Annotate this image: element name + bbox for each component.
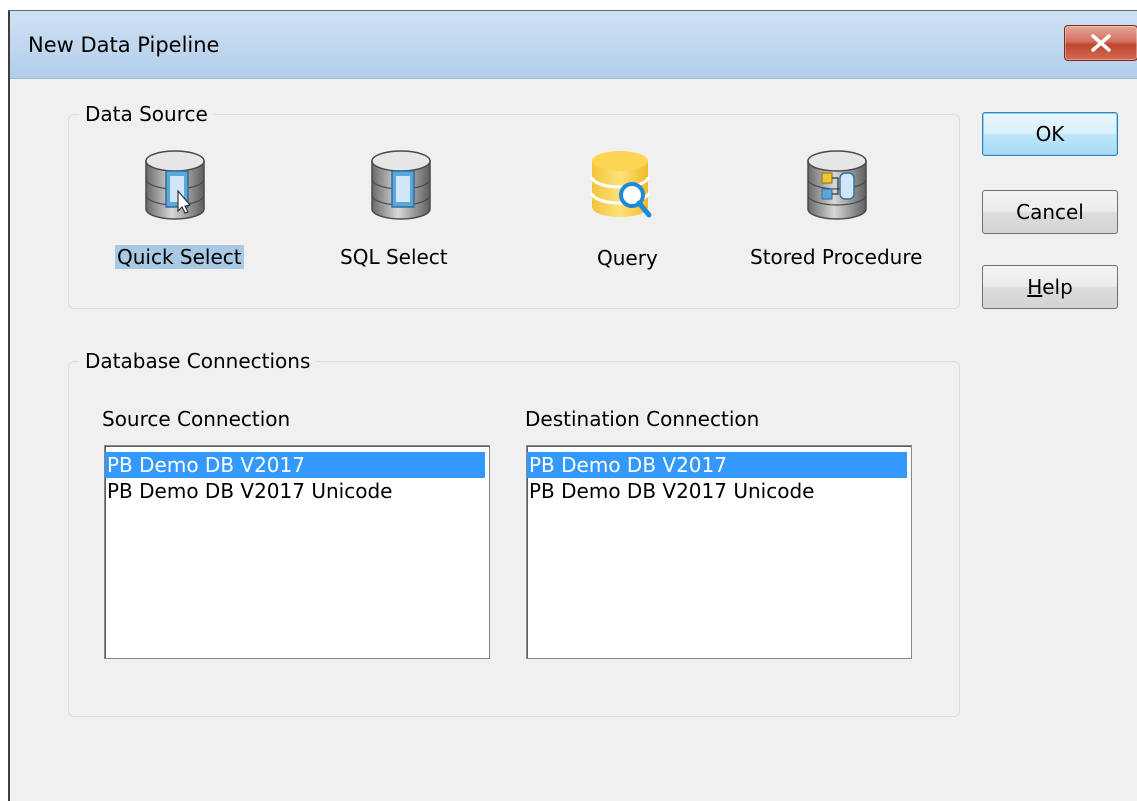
destination-connection-label: Destination Connection xyxy=(525,407,760,431)
data-source-sql-select[interactable]: SQL Select xyxy=(328,149,478,279)
close-button[interactable] xyxy=(1064,25,1137,61)
destination-connection-listbox[interactable]: PB Demo DB V2017 PB Demo DB V2017 Unicod… xyxy=(526,445,912,659)
database-connections-group-title: Database Connections xyxy=(79,349,317,373)
source-connection-listbox[interactable]: PB Demo DB V2017 PB Demo DB V2017 Unicod… xyxy=(104,445,490,659)
sql-select-db-icon xyxy=(371,150,431,220)
stored-procedure-label: Stored Procedure xyxy=(750,245,923,269)
query-db-icon xyxy=(590,151,652,218)
data-source-quick-select[interactable]: Quick Select xyxy=(102,149,262,279)
close-icon xyxy=(1091,34,1111,52)
quick-select-db-icon xyxy=(145,150,205,220)
source-connection-label: Source Connection xyxy=(102,407,291,431)
help-button[interactable]: Help xyxy=(982,265,1118,309)
source-connection-item-pb-demo-db-v2017[interactable]: PB Demo DB V2017 xyxy=(105,452,485,478)
stored-procedure-db-icon xyxy=(807,150,867,220)
data-source-group-title: Data Source xyxy=(79,102,214,126)
cancel-button[interactable]: Cancel xyxy=(982,190,1118,234)
source-connection-item-pb-demo-db-v2017-unicode[interactable]: PB Demo DB V2017 Unicode xyxy=(105,478,489,504)
destination-connection-item-pb-demo-db-v2017-unicode[interactable]: PB Demo DB V2017 Unicode xyxy=(527,478,911,504)
data-source-stored-procedure[interactable]: Stored Procedure xyxy=(738,149,948,279)
help-label-rest: elp xyxy=(1042,275,1073,299)
ok-button[interactable]: OK xyxy=(982,112,1118,156)
new-data-pipeline-dialog: New Data Pipeline Data Source Quick Sele… xyxy=(8,10,1137,801)
destination-connection-item-pb-demo-db-v2017[interactable]: PB Demo DB V2017 xyxy=(527,452,907,478)
title-bar[interactable]: New Data Pipeline xyxy=(10,11,1137,79)
quick-select-label: Quick Select xyxy=(115,245,244,269)
data-source-query[interactable]: Query xyxy=(570,149,680,279)
window-title: New Data Pipeline xyxy=(28,33,220,57)
query-label: Query xyxy=(597,246,658,270)
help-mnemonic: H xyxy=(1027,275,1043,299)
sql-select-label: SQL Select xyxy=(340,245,448,269)
